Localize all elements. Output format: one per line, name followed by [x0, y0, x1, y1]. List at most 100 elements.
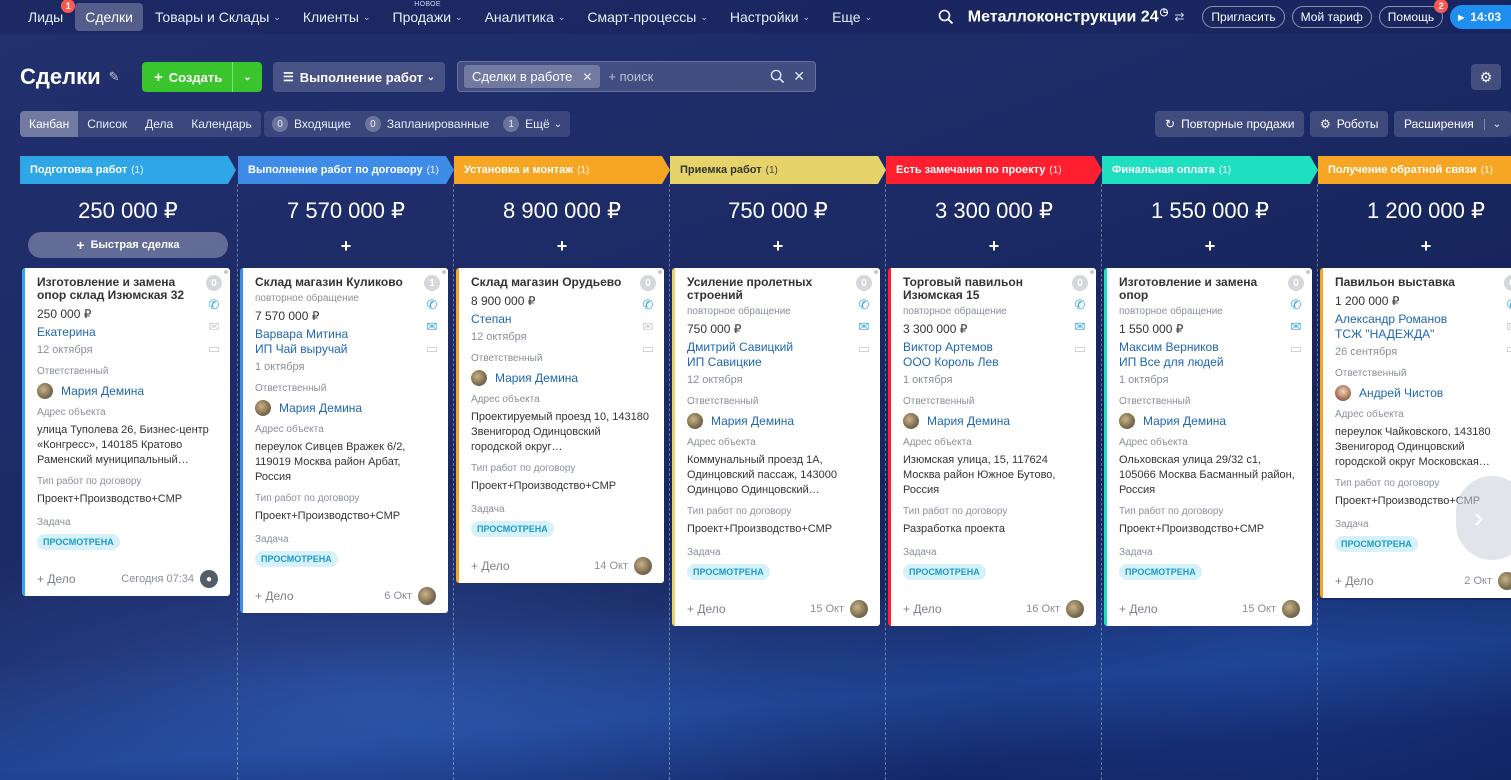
responsible-user[interactable]: Мария Демина [1119, 413, 1300, 429]
phone-icon[interactable]: ✆ [1507, 297, 1511, 313]
client-contact[interactable]: Максим Верников [1119, 340, 1300, 355]
avatar[interactable] [850, 600, 868, 618]
deal-title[interactable]: Склад магазин Куликово [255, 276, 436, 289]
nav-item[interactable]: Сделки [75, 3, 143, 31]
chat-icon[interactable]: ▭ [1074, 341, 1086, 357]
add-deal-button[interactable]: + [238, 232, 454, 260]
search-icon[interactable] [938, 9, 954, 25]
add-activity-link[interactable]: + Дело [687, 602, 726, 616]
mail-icon[interactable]: ✉ [209, 319, 220, 335]
stage-header[interactable]: Выполнение работ по договору (1) [238, 156, 454, 184]
view-tab[interactable]: Календарь [182, 111, 261, 137]
mail-icon[interactable]: ✉ [1291, 319, 1302, 335]
client-contact[interactable]: Дмитрий Савицкий [687, 340, 868, 355]
client-company[interactable]: ООО Король Лев [903, 355, 1084, 370]
add-activity-link[interactable]: + Дело [1119, 602, 1158, 616]
view-tab[interactable]: Список [78, 111, 136, 137]
responsible-user[interactable]: Мария Демина [687, 413, 868, 429]
avatar[interactable] [1498, 572, 1511, 590]
client-company[interactable]: ИП Савицкие [687, 355, 868, 370]
add-activity-link[interactable]: + Дело [255, 589, 294, 603]
client-company[interactable]: ИП Все для людей [1119, 355, 1300, 370]
client-contact[interactable]: Александр Романов [1335, 312, 1511, 327]
deal-title[interactable]: Усиление пролетных строений [687, 276, 868, 302]
add-deal-button[interactable]: + [1318, 232, 1511, 260]
user-icon[interactable]: ● [200, 570, 218, 588]
responsible-user[interactable]: Мария Демина [471, 370, 652, 386]
chat-icon[interactable]: ▭ [642, 341, 654, 357]
deal-card[interactable]: Усиление пролетных строений повторное обр… [672, 268, 880, 626]
chat-icon[interactable]: ▭ [1506, 341, 1511, 357]
nav-item[interactable]: Еще ⌄ [822, 3, 882, 31]
nav-item[interactable]: НОВОЕ Продажи ⌄ [383, 1, 473, 31]
nav-item[interactable]: Клиенты ⌄ [293, 3, 381, 31]
mail-icon[interactable]: ✉ [427, 319, 438, 335]
view-tab[interactable]: Дела [136, 111, 182, 137]
client-contact[interactable]: Степан [471, 312, 652, 327]
close-icon[interactable]: ✕ [582, 70, 592, 84]
avatar[interactable] [634, 557, 652, 575]
scroll-right-arrow-icon[interactable]: › [1456, 476, 1511, 560]
stage-header[interactable]: Подготовка работ (1) [20, 156, 236, 184]
responsible-user[interactable]: Мария Демина [255, 400, 436, 416]
phone-icon[interactable]: ✆ [209, 297, 220, 313]
nav-item[interactable]: Лиды 1 [18, 0, 76, 31]
mail-icon[interactable]: ✉ [1075, 319, 1086, 335]
nav-item[interactable]: Смарт-процессы ⌄ [577, 3, 717, 31]
client-company[interactable]: ТСЖ "НАДЕЖДА" [1335, 327, 1511, 342]
create-main[interactable]: + Создать [142, 69, 232, 86]
stage-header[interactable]: Приемка работ (1) [670, 156, 886, 184]
deal-card[interactable]: Торговый павильон Изюмская 15 повторное о… [888, 268, 1096, 626]
nav-item[interactable]: Товары и Склады ⌄ [145, 3, 291, 31]
deal-card[interactable]: Изготовление и замена опор склад Изюмска… [22, 268, 230, 596]
pin-icon[interactable]: ✎ [109, 69, 120, 85]
nav-item[interactable]: Аналитика ⌄ [475, 3, 576, 31]
mail-icon[interactable]: ✉ [1507, 319, 1511, 335]
deal-title[interactable]: Склад магазин Орудьево [471, 276, 652, 289]
add-deal-button[interactable]: + [454, 232, 670, 260]
quick-deal-button[interactable]: + Быстрая сделка [28, 232, 228, 258]
mail-icon[interactable]: ✉ [859, 319, 870, 335]
nav-item[interactable]: Настройки ⌄ [720, 3, 820, 31]
create-button[interactable]: + Создать ⌄ [142, 62, 262, 92]
company-name[interactable]: Металлоконструкции 24◷ [968, 7, 1169, 26]
avatar[interactable] [1066, 600, 1084, 618]
gear-icon[interactable]: ⚙ [1471, 64, 1501, 90]
chat-icon[interactable]: ▭ [858, 341, 870, 357]
add-activity-link[interactable]: + Дело [903, 602, 942, 616]
filter-search-box[interactable]: Сделки в работе ✕ ✕ [457, 61, 816, 92]
deal-card[interactable]: Склад магазин Куликово повторное обращени… [240, 268, 448, 613]
chat-icon[interactable]: ▭ [426, 341, 438, 357]
mail-icon[interactable]: ✉ [643, 319, 654, 335]
deal-title[interactable]: Павильон выставка [1335, 276, 1511, 289]
add-activity-link[interactable]: + Дело [1335, 574, 1374, 588]
my-tariff-button[interactable]: Мой тариф [1291, 6, 1372, 28]
add-deal-button[interactable]: + [886, 232, 1102, 260]
repeat-sales-button[interactable]: ↻ Повторные продажи [1155, 111, 1305, 137]
stage-header[interactable]: Получение обратной связи (1) [1318, 156, 1511, 184]
chat-icon[interactable]: ▭ [208, 341, 220, 357]
view-tab[interactable]: Канбан [20, 111, 79, 137]
counter-filter[interactable]: 0 Запланированные [364, 116, 489, 132]
phone-icon[interactable]: ✆ [427, 297, 438, 313]
search-input[interactable] [608, 69, 769, 84]
phone-icon[interactable]: ✆ [643, 297, 654, 313]
chevron-down-icon[interactable]: ⌄ [1483, 118, 1501, 130]
funnel-select-button[interactable]: ☰ Выполнение работ ⌄ [273, 62, 445, 92]
add-deal-button[interactable]: + [670, 232, 886, 260]
responsible-user[interactable]: Андрей Чистов [1335, 385, 1511, 401]
counter-filter[interactable]: 0 Входящие [272, 116, 351, 132]
phone-icon[interactable]: ✆ [1075, 297, 1086, 313]
counter-filter[interactable]: 1 Ещё ⌄ [503, 116, 562, 132]
responsible-user[interactable]: Мария Демина [903, 413, 1084, 429]
deal-card[interactable]: Склад магазин Орудьево 8 900 000 ₽ Степан 1… [456, 268, 664, 583]
add-activity-link[interactable]: + Дело [471, 559, 510, 573]
deal-title[interactable]: Изготовление и замена опор склад Изюмска… [37, 276, 218, 302]
responsible-user[interactable]: Мария Демина [37, 383, 218, 399]
avatar[interactable] [418, 587, 436, 605]
filter-tag[interactable]: Сделки в работе ✕ [464, 65, 601, 88]
clear-icon[interactable]: ✕ [793, 68, 805, 85]
invite-button[interactable]: Пригласить [1202, 6, 1285, 28]
chevron-down-icon[interactable]: ⌄ [232, 62, 262, 92]
deal-title[interactable]: Торговый павильон Изюмская 15 [903, 276, 1084, 302]
